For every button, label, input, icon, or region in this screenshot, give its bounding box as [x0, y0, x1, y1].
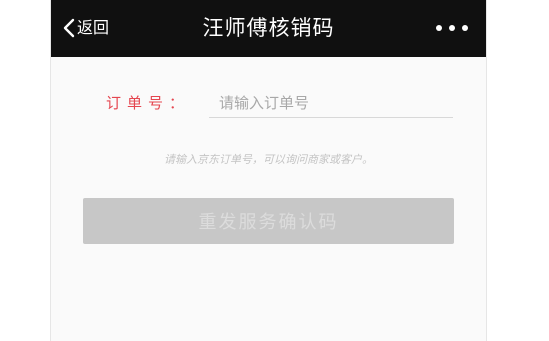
more-dot [449, 25, 455, 31]
order-number-row: 订单号： [106, 88, 453, 122]
page-title: 汪师傅核销码 [202, 16, 335, 40]
resend-confirmation-code-button[interactable]: 重发服务确认码 [83, 198, 454, 244]
navigation-bar: 返回 汪师傅核销码 [51, 0, 486, 57]
order-number-hint: 请输入京东订单号，可以询问商家或客户。 [164, 153, 373, 166]
phone-screen: 返回 汪师傅核销码 订单号： 请输入京东订单号，可以询问商家或客户。 重发服务确… [50, 0, 487, 341]
order-number-label: 订单号： [106, 94, 191, 112]
more-dot [436, 25, 442, 31]
more-dot [462, 25, 468, 31]
screenshot-frame: 返回 汪师傅核销码 订单号： 请输入京东订单号，可以询问商家或客户。 重发服务确… [0, 0, 549, 341]
order-number-input[interactable] [209, 88, 453, 118]
more-dots-icon[interactable] [436, 22, 468, 34]
